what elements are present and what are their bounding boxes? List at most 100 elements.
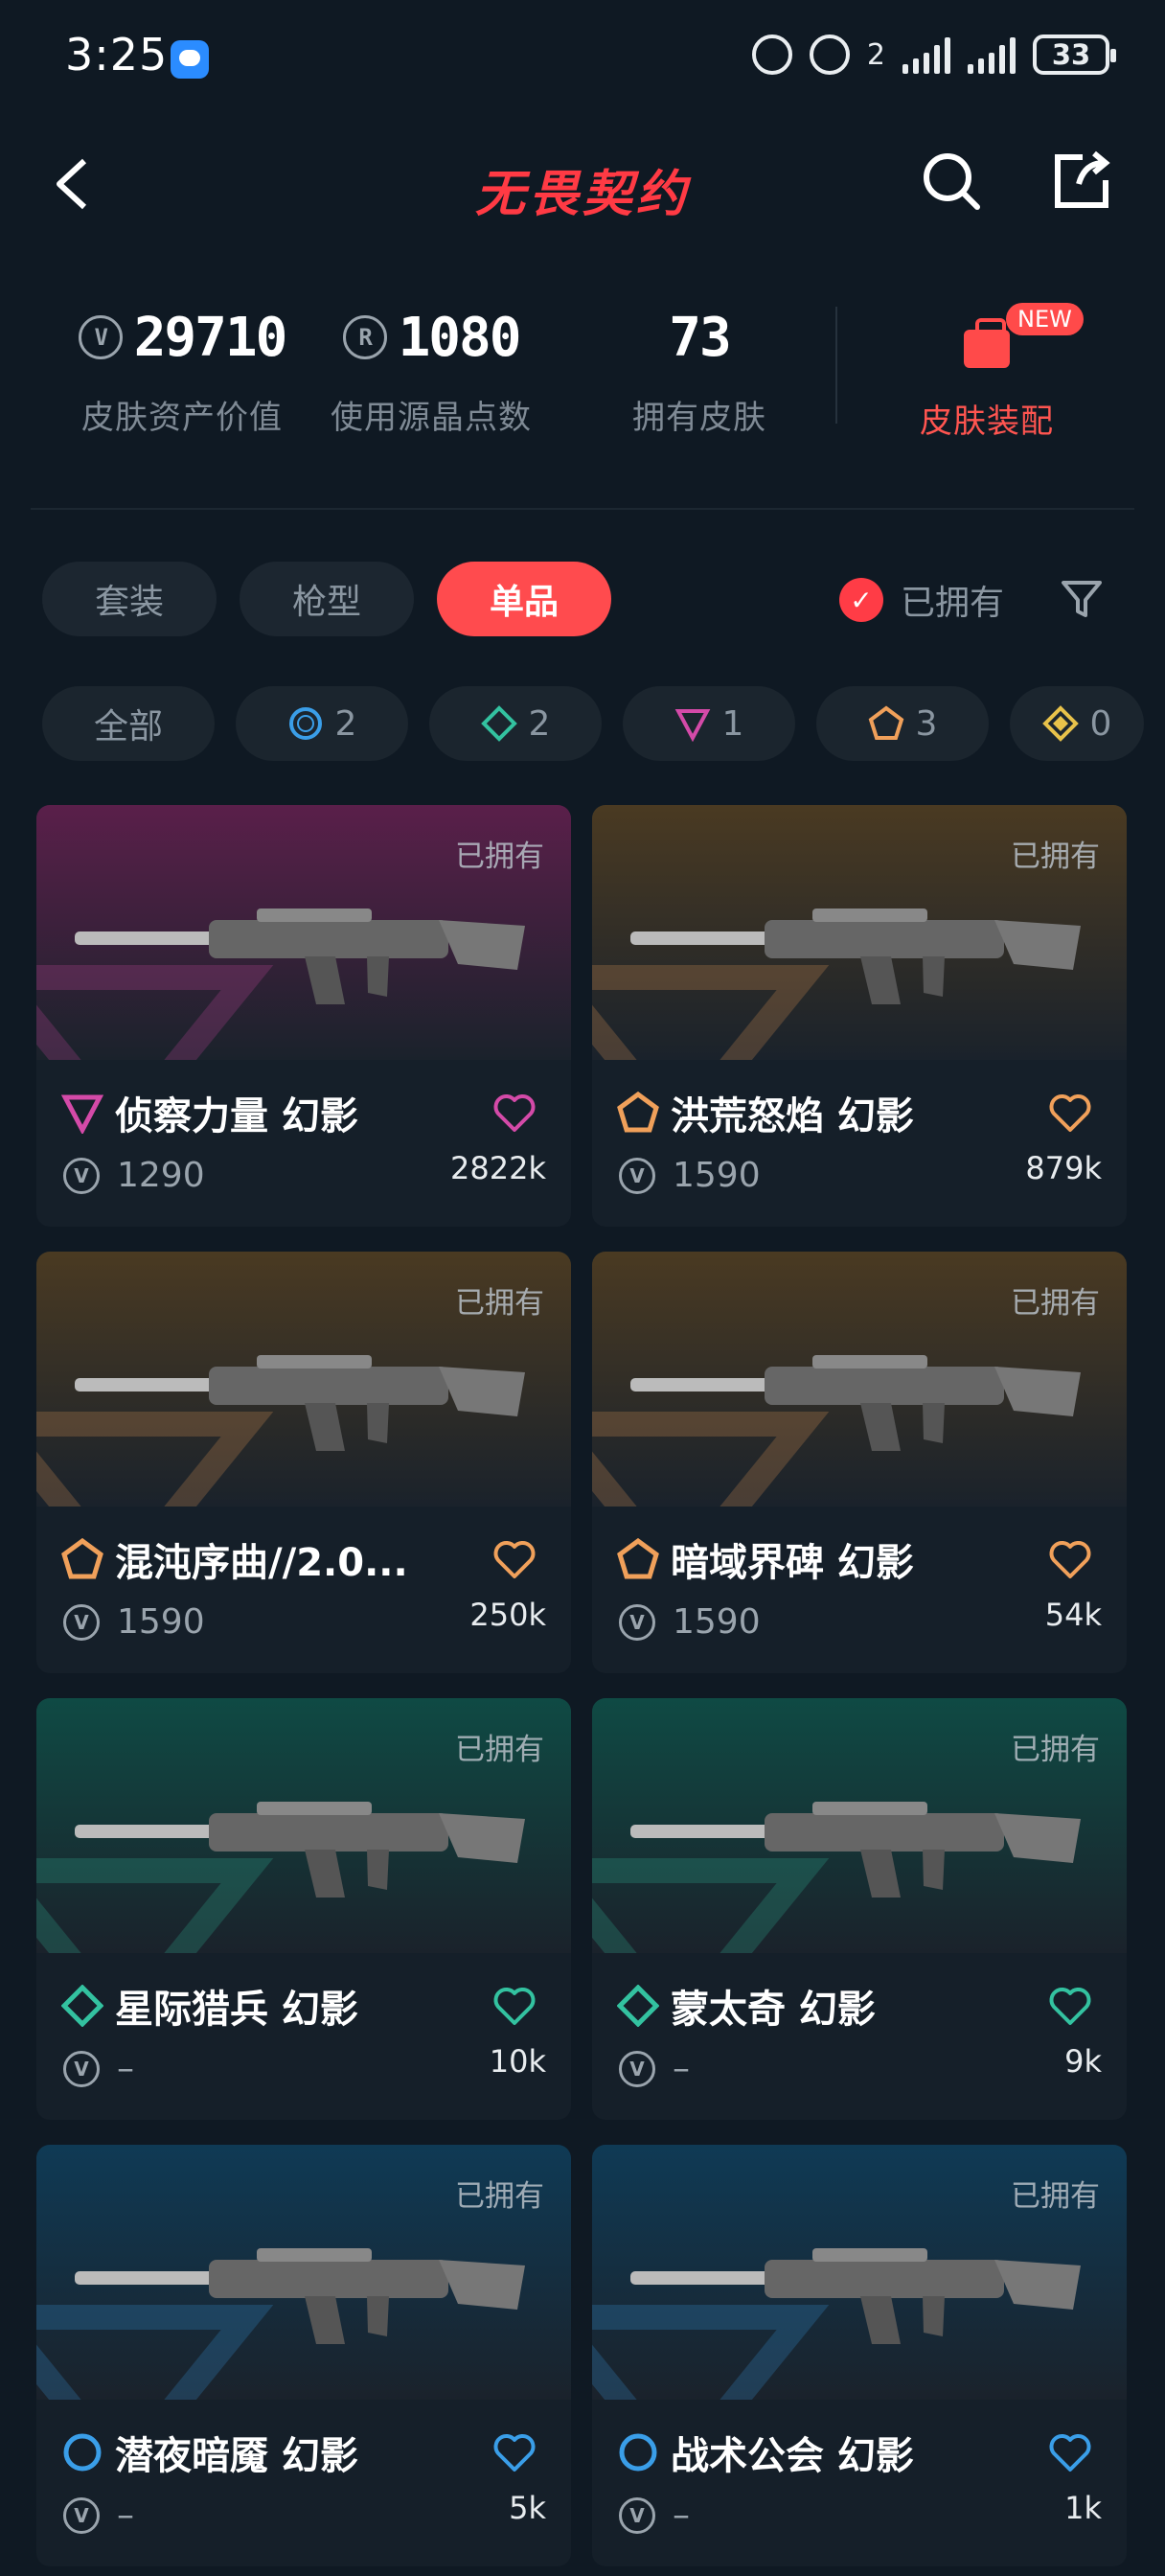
heart-icon[interactable] — [1048, 1539, 1092, 1579]
blue-circle-tier-icon — [63, 2433, 102, 2472]
skin-image-area: 已拥有 — [36, 1252, 571, 1506]
orange-pentagon-tier-icon — [617, 1092, 659, 1133]
skin-name: 侦察力量 幻影 — [61, 1085, 358, 1140]
skin-price: V 1290 — [63, 1156, 205, 1195]
stats-summary: V 29710 皮肤资产价值 R 1080 使用源晶点数 73 拥有皮肤 NEW 皮… — [0, 288, 1165, 450]
radianite-coin-icon: R — [342, 315, 387, 359]
page-title: 无畏契约 — [474, 166, 690, 223]
search-button[interactable] — [920, 150, 983, 213]
heart-icon[interactable] — [492, 2432, 537, 2472]
heart-icon[interactable] — [492, 1539, 537, 1579]
vp-coin-icon: V — [619, 2496, 655, 2534]
skin-image-area: 已拥有 — [36, 1698, 571, 1953]
skin-card[interactable]: 已拥有 洪荒怒焰 幻影 V 1590 879k — [592, 805, 1127, 1227]
chip-deluxe-tier[interactable]: 2 — [429, 686, 602, 761]
skin-card[interactable]: 已拥有 战术公会 幻影 V – 1k — [592, 2145, 1127, 2566]
signal-icon — [902, 35, 950, 74]
stat-radianite: R 1080 使用源晶点数 — [331, 306, 532, 438]
heart-icon[interactable] — [1048, 1986, 1092, 2026]
chip-select-tier[interactable]: 2 — [236, 686, 408, 761]
skin-card[interactable]: 已拥有 潜夜暗魇 幻影 V – 5k — [36, 2145, 571, 2566]
weapon-image — [630, 2248, 1081, 2344]
vp-coin-icon: V — [63, 1157, 100, 1194]
like-count: 54k — [1044, 1597, 1102, 1633]
tab-bundle[interactable]: 套装 — [42, 562, 217, 636]
heart-icon[interactable] — [492, 1092, 537, 1133]
tab-weapon-type[interactable]: 枪型 — [240, 562, 414, 636]
like-count: 1k — [1064, 2490, 1102, 2526]
chip-exclusive-tier[interactable]: 3 — [816, 686, 989, 761]
status-time: 3:25 — [65, 29, 169, 80]
skin-name: 星际猎兵 幻影 — [61, 1978, 358, 2034]
vp-coin-icon: V — [78, 315, 123, 359]
owned-label: 已拥有 — [1011, 1286, 1100, 1321]
skin-name: 蒙太奇 幻影 — [617, 1978, 876, 2034]
hotspot-icon — [809, 34, 850, 75]
owned-label: 已拥有 — [455, 840, 544, 874]
skin-price: V – — [619, 2496, 690, 2535]
share-icon — [1055, 150, 1110, 208]
chip-ultra-tier[interactable]: 0 — [1010, 686, 1144, 761]
skin-price: V 1590 — [619, 1602, 761, 1642]
vp-coin-icon: V — [63, 2496, 100, 2534]
category-tabs: 套装 枪型 单品 — [42, 562, 611, 636]
vp-coin-icon: V — [619, 2050, 655, 2087]
skin-card[interactable]: 已拥有 混沌序曲//2.0... V 1590 250k — [36, 1252, 571, 1673]
skin-price: V – — [63, 2049, 134, 2088]
like-count: 10k — [489, 2043, 546, 2080]
heart-icon[interactable] — [492, 1986, 537, 2026]
stat-asset-value: V 29710 皮肤资产价值 — [48, 303, 316, 438]
skin-image-area: 已拥有 — [592, 805, 1127, 1060]
skin-card[interactable]: 已拥有侦察力量 幻影 V 1290 2822k — [36, 805, 571, 1227]
chip-premium-tier[interactable]: 1 — [623, 686, 795, 761]
owned-label: 已拥有 — [1011, 840, 1100, 874]
owned-label: 已拥有 — [1011, 2179, 1100, 2214]
weapon-image — [630, 908, 1081, 1004]
stat-owned-skins: 73 拥有皮肤 — [632, 306, 766, 438]
data-saver-icon — [751, 34, 792, 75]
like-count: 2822k — [450, 1150, 546, 1186]
skin-price: V – — [619, 2049, 690, 2088]
skin-name: 混沌序曲//2.0... — [61, 1531, 408, 1587]
filter-icon[interactable] — [1060, 577, 1104, 621]
skin-card[interactable]: 已拥有蒙太奇 幻影 V – 9k — [592, 1698, 1127, 2120]
like-count: 879k — [1025, 1150, 1102, 1186]
weapon-image — [75, 1355, 525, 1451]
vp-coin-icon: V — [619, 1157, 655, 1194]
checkmark-icon: ✓ — [839, 578, 883, 622]
skin-card[interactable]: 已拥有 暗域界碑 幻影 V 1590 54k — [592, 1252, 1127, 1673]
skin-card[interactable]: 已拥有星际猎兵 幻影 V – 10k — [36, 1698, 571, 2120]
skin-name: 潜夜暗魇 幻影 — [61, 2425, 358, 2480]
orange-pentagon-tier-icon — [868, 705, 903, 740]
skin-image-area: 已拥有 — [36, 805, 571, 1060]
blue-circle-tier-icon — [619, 2433, 657, 2472]
gold-diamond-tier-icon — [1041, 705, 1079, 742]
signal-icon-2 — [968, 35, 1016, 74]
tab-single-item[interactable]: 单品 — [437, 562, 611, 636]
search-icon — [924, 153, 980, 210]
chip-all[interactable]: 全部 — [42, 686, 215, 761]
skin-price: V – — [63, 2496, 134, 2535]
heart-icon[interactable] — [1048, 1092, 1092, 1133]
app-header: 无畏契约 — [0, 134, 1165, 230]
share-button[interactable] — [1050, 150, 1113, 213]
skin-equip-button[interactable]: NEW 皮肤装配 — [862, 303, 1111, 442]
weapon-image — [630, 1355, 1081, 1451]
stats-divider — [835, 307, 837, 424]
skin-image-area: 已拥有 — [592, 1252, 1127, 1506]
vp-coin-icon: V — [619, 1603, 655, 1641]
skin-price: V 1590 — [619, 1156, 761, 1195]
tier-filter-chips: 全部 2 2 1 3 0 — [42, 686, 1144, 761]
skin-image-area: 已拥有 — [592, 2145, 1127, 2400]
weapon-image — [75, 908, 525, 1004]
like-count: 9k — [1064, 2043, 1102, 2080]
status-icons: 2 33 — [751, 34, 1116, 75]
owned-label: 已拥有 — [455, 1733, 544, 1767]
like-count: 5k — [509, 2490, 546, 2526]
heart-icon[interactable] — [1048, 2432, 1092, 2472]
skin-image-area: 已拥有 — [592, 1698, 1127, 1953]
teal-diamond-tier-icon — [61, 1985, 103, 2027]
new-badge: NEW — [1006, 303, 1084, 335]
orange-pentagon-tier-icon — [617, 1538, 659, 1579]
owned-filter-toggle[interactable]: ✓ 已拥有 — [839, 575, 1004, 625]
